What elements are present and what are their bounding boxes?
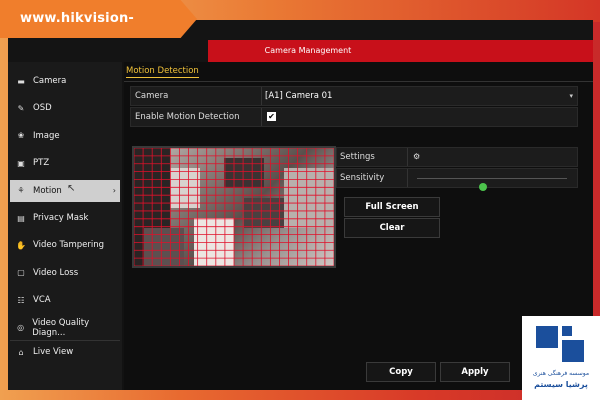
sidebar-item-label: Video Tampering	[33, 240, 105, 251]
sidebar-item-video-quality-diagn[interactable]: ◎ Video Quality Diagn...	[10, 317, 120, 339]
logo-text-line2: پرشیا سیستم	[534, 380, 588, 389]
sidebar-item-osd[interactable]: ✎ OSD	[10, 97, 120, 119]
video-loss-icon: ▢	[17, 268, 25, 278]
live-view-button[interactable]: ⌂ Live View	[10, 340, 120, 363]
sidebar-item-privacy-mask[interactable]: ▤ Privacy Mask	[10, 207, 120, 229]
sidebar-item-camera[interactable]: ▬ Camera	[10, 70, 120, 92]
enable-label: Enable Motion Detection	[135, 112, 240, 122]
row-separator	[407, 148, 408, 166]
camera-select[interactable]: [A1] Camera 01	[265, 87, 332, 105]
copy-button[interactable]: Copy	[366, 362, 436, 382]
live-view-label: Live View	[33, 347, 74, 357]
sidebar-item-label: VCA	[33, 295, 51, 306]
sensitivity-row: Sensitivity	[336, 168, 578, 191]
sidebar-item-label: Camera	[33, 76, 67, 86]
sidebar-item-label: Video Loss	[33, 267, 79, 278]
row-separator	[407, 169, 408, 187]
tab-motion-detection[interactable]: Motion Detection	[126, 66, 199, 78]
logo-square-large-2	[562, 340, 584, 362]
clear-button[interactable]: Clear	[344, 218, 440, 238]
sidebar: ▬ Camera ✎ OSD ❀ Image ▣ PTZ ⚘ Motion › ↖ ▤ Privacy M…	[8, 62, 122, 390]
sidebar-item-label: OSD	[33, 103, 52, 114]
motion-grid[interactable]	[134, 148, 334, 266]
sensitivity-slider-handle[interactable]	[479, 183, 487, 191]
logo-square-small	[562, 326, 572, 336]
logo-square-large	[536, 326, 558, 348]
sensitivity-slider[interactable]	[417, 178, 567, 191]
enable-row: Enable Motion Detection ✔	[130, 107, 578, 127]
sidebar-item-label: Motion	[33, 185, 62, 196]
sidebar-item-label: Image	[33, 130, 60, 141]
sidebar-item-ptz[interactable]: ▣ PTZ	[10, 152, 120, 174]
camera-label: Camera	[135, 91, 169, 101]
settings-row: Settings ⚙	[336, 147, 578, 167]
header-bar: Camera Management	[208, 40, 593, 62]
sidebar-item-motion[interactable]: ⚘ Motion › ↖	[10, 179, 120, 202]
apply-button[interactable]: Apply	[440, 362, 510, 382]
watermark-badge: www.hikvision-cctv.com	[0, 0, 197, 38]
sidebar-item-label: Video Quality Diagn...	[32, 317, 90, 338]
camera-preview[interactable]	[132, 146, 336, 268]
sidebar-item-label: PTZ	[33, 158, 50, 169]
ptz-icon: ▣	[17, 158, 25, 168]
company-logo: موسسه فرهنگی هنری پرشیا سیستم	[522, 316, 600, 400]
sensitivity-label: Sensitivity	[340, 173, 385, 183]
watermark-url: www.hikvision-cctv.com	[20, 11, 134, 26]
home-icon: ⌂	[18, 347, 24, 357]
tab-divider	[124, 81, 593, 82]
dvr-screen: Camera Management ▬ Camera ✎ OSD ❀ Image ▣ PTZ ⚘…	[8, 20, 593, 390]
camera-row: Camera [A1] Camera 01 ▾	[130, 86, 578, 106]
page-title: Camera Management	[264, 46, 352, 55]
mouse-cursor-icon: ↖	[67, 182, 76, 194]
chevron-down-icon[interactable]: ▾	[569, 87, 573, 105]
settings-label: Settings	[340, 152, 375, 162]
diagnosis-icon: ◎	[17, 323, 25, 333]
row-separator	[261, 87, 262, 105]
chevron-right-icon: ›	[112, 186, 116, 196]
logo-text-line1: موسسه فرهنگی هنری	[532, 370, 590, 377]
gear-icon[interactable]: ⚙	[413, 148, 420, 166]
full-screen-button[interactable]: Full Screen	[344, 197, 440, 217]
sidebar-item-video-loss[interactable]: ▢ Video Loss	[10, 262, 120, 284]
row-separator	[261, 108, 262, 126]
camera-icon: ▬	[17, 76, 25, 86]
sidebar-item-label: Privacy Mask	[33, 213, 89, 223]
pen-icon: ✎	[17, 103, 25, 113]
hand-icon: ✋	[16, 240, 26, 250]
image-icon: ❀	[17, 131, 25, 141]
enable-checkbox[interactable]: ✔	[267, 112, 276, 121]
mask-icon: ▤	[17, 213, 25, 223]
sidebar-item-vca[interactable]: ☷ VCA	[10, 289, 120, 311]
motion-icon: ⚘	[17, 186, 25, 196]
sidebar-item-video-tampering[interactable]: ✋ Video Tampering	[10, 234, 120, 256]
sidebar-item-image[interactable]: ❀ Image	[10, 125, 120, 147]
vca-icon: ☷	[17, 295, 25, 305]
